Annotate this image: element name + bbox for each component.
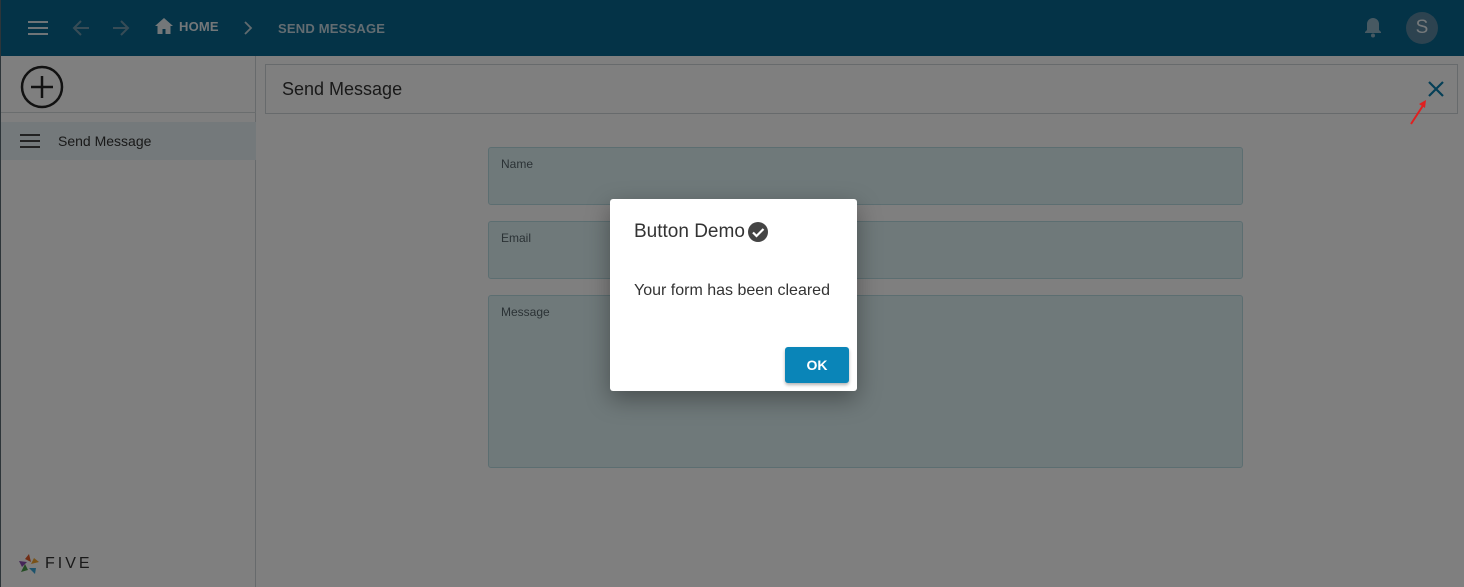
ok-button[interactable]: OK	[785, 347, 849, 383]
dialog-title: Button Demo	[634, 221, 769, 243]
dialog-message: Your form has been cleared	[634, 282, 830, 299]
annotation-arrow-icon	[1410, 100, 1426, 125]
check-circle-icon	[747, 222, 768, 242]
dialog-title-text: Button Demo	[634, 221, 745, 242]
alert-dialog: Button Demo Your form has been cleared O…	[610, 199, 857, 391]
